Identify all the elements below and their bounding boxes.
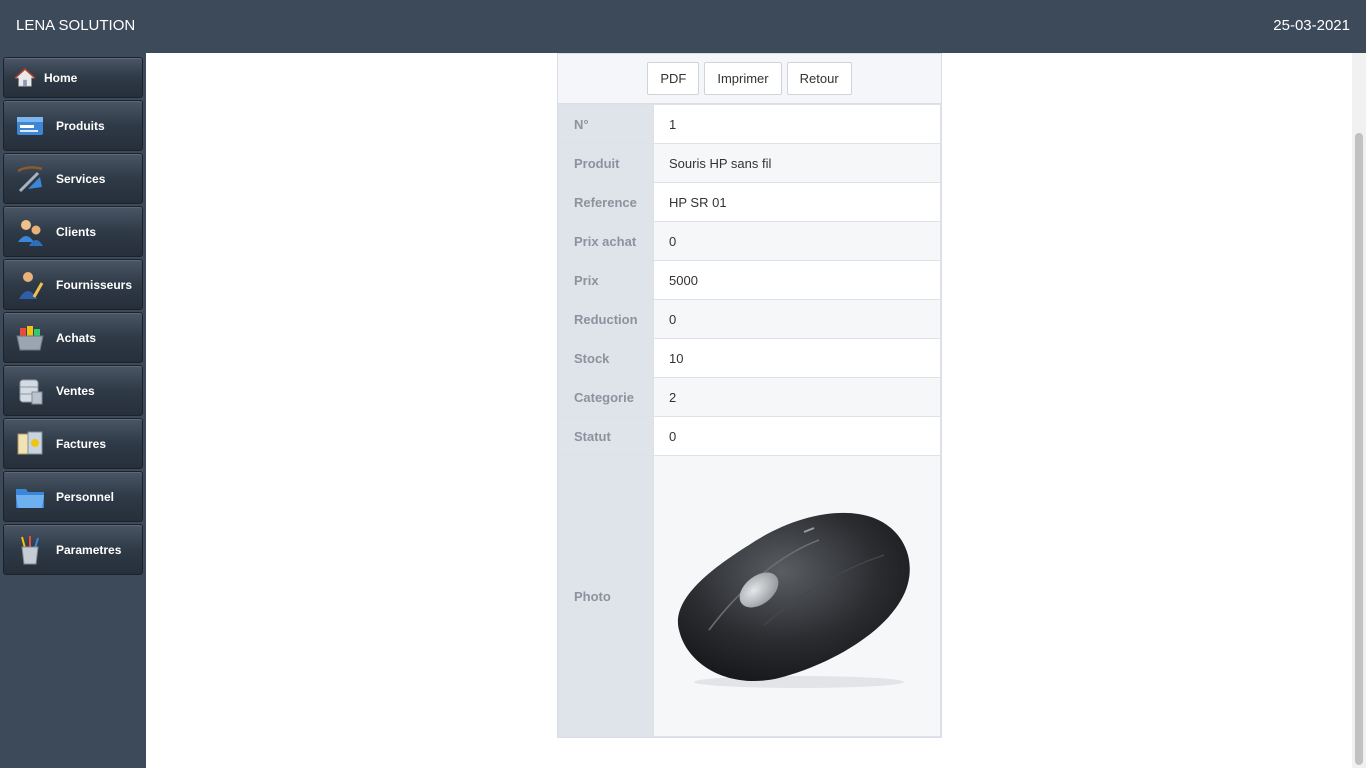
main-content: PDF Imprimer Retour N° 1 Produit Souris … [146, 53, 1352, 768]
table-row: Prix achat 0 [558, 221, 941, 261]
sidebar-item-ventes[interactable]: Ventes [3, 365, 143, 416]
sidebar-item-label: Factures [56, 436, 107, 451]
sidebar-item-clients[interactable]: Clients [3, 206, 143, 257]
table-row: N° 1 [558, 104, 941, 144]
sidebar-item-services[interactable]: Services [3, 153, 143, 204]
sidebar-item-personnel[interactable]: Personnel [3, 471, 143, 522]
table-row-photo: Photo [558, 455, 941, 737]
field-value: 5000 [653, 260, 941, 300]
field-label: Categorie [558, 377, 654, 417]
table-row: Reference HP SR 01 [558, 182, 941, 222]
table-row: Reduction 0 [558, 299, 941, 339]
print-button[interactable]: Imprimer [704, 62, 782, 95]
sidebar-item-home[interactable]: Home [3, 57, 143, 98]
field-label: Prix [558, 260, 654, 300]
scrollbar-thumb[interactable] [1355, 133, 1363, 765]
supplier-icon [19, 271, 44, 299]
field-value: 2 [653, 377, 941, 417]
field-value: 0 [653, 416, 941, 456]
tools-icon [17, 165, 43, 192]
table-row: Categorie 2 [558, 377, 941, 417]
field-value: 10 [653, 338, 941, 378]
field-label: Photo [558, 455, 654, 737]
app-title: LENA SOLUTION [16, 17, 136, 34]
top-bar: LENA SOLUTION 25-03-2021 [0, 0, 1366, 53]
sidebar-item-label: Services [56, 171, 106, 186]
action-toolbar: PDF Imprimer Retour [558, 54, 941, 104]
field-label: Produit [558, 143, 654, 183]
field-label: Prix achat [558, 221, 654, 261]
current-date: 25-03-2021 [1273, 17, 1350, 34]
users-icon [18, 219, 43, 246]
field-label: Reference [558, 182, 654, 222]
sidebar-item-label: Parametres [56, 542, 122, 557]
sidebar-item-produits[interactable]: Produits [3, 100, 143, 151]
folder-icon [16, 488, 44, 508]
field-value: 1 [653, 104, 941, 144]
field-value: 0 [653, 299, 941, 339]
field-label: Reduction [558, 299, 654, 339]
sidebar-item-label: Achats [56, 330, 97, 345]
sidebar-item-factures[interactable]: Factures [3, 418, 143, 469]
table-row: Stock 10 [558, 338, 941, 378]
invoice-icon [17, 431, 43, 454]
box-icon [17, 116, 43, 135]
sidebar-item-label: Ventes [56, 383, 95, 398]
sidebar: Home Produits Services Clients Fournisse… [0, 53, 146, 768]
field-value: HP SR 01 [653, 182, 941, 222]
database-icon [19, 379, 43, 404]
product-photo-cell [653, 455, 941, 737]
sidebar-menu: Home Produits Services Clients Fournisse… [0, 57, 146, 575]
sidebar-item-label: Clients [56, 224, 97, 239]
back-button[interactable]: Retour [786, 62, 852, 95]
sidebar-item-label: Home [44, 70, 78, 85]
table-row: Prix 5000 [558, 260, 941, 300]
field-value: Souris HP sans fil [653, 143, 941, 183]
field-label: Stock [558, 338, 654, 378]
basket-icon [16, 325, 44, 350]
product-photo [677, 512, 910, 688]
sidebar-item-label: Personnel [56, 489, 115, 504]
sidebar-item-parametres[interactable]: Parametres [3, 524, 143, 575]
field-label: N° [558, 104, 654, 144]
pencil-cup-icon [21, 535, 39, 564]
product-details-panel: PDF Imprimer Retour N° 1 Produit Souris … [557, 53, 942, 738]
field-value: 0 [653, 221, 941, 261]
sidebar-item-label: Produits [56, 118, 105, 133]
house-icon [14, 67, 36, 87]
vertical-scrollbar[interactable] [1352, 53, 1366, 768]
sidebar-item-label: Fournisseurs [56, 277, 133, 292]
sidebar-item-achats[interactable]: Achats [3, 312, 143, 363]
sidebar-item-fournisseurs[interactable]: Fournisseurs [3, 259, 143, 310]
table-row: Produit Souris HP sans fil [558, 143, 941, 183]
product-details-table: N° 1 Produit Souris HP sans fil Referenc… [558, 104, 941, 737]
pdf-button[interactable]: PDF [647, 62, 700, 95]
field-label: Statut [558, 416, 654, 456]
table-row: Statut 0 [558, 416, 941, 456]
